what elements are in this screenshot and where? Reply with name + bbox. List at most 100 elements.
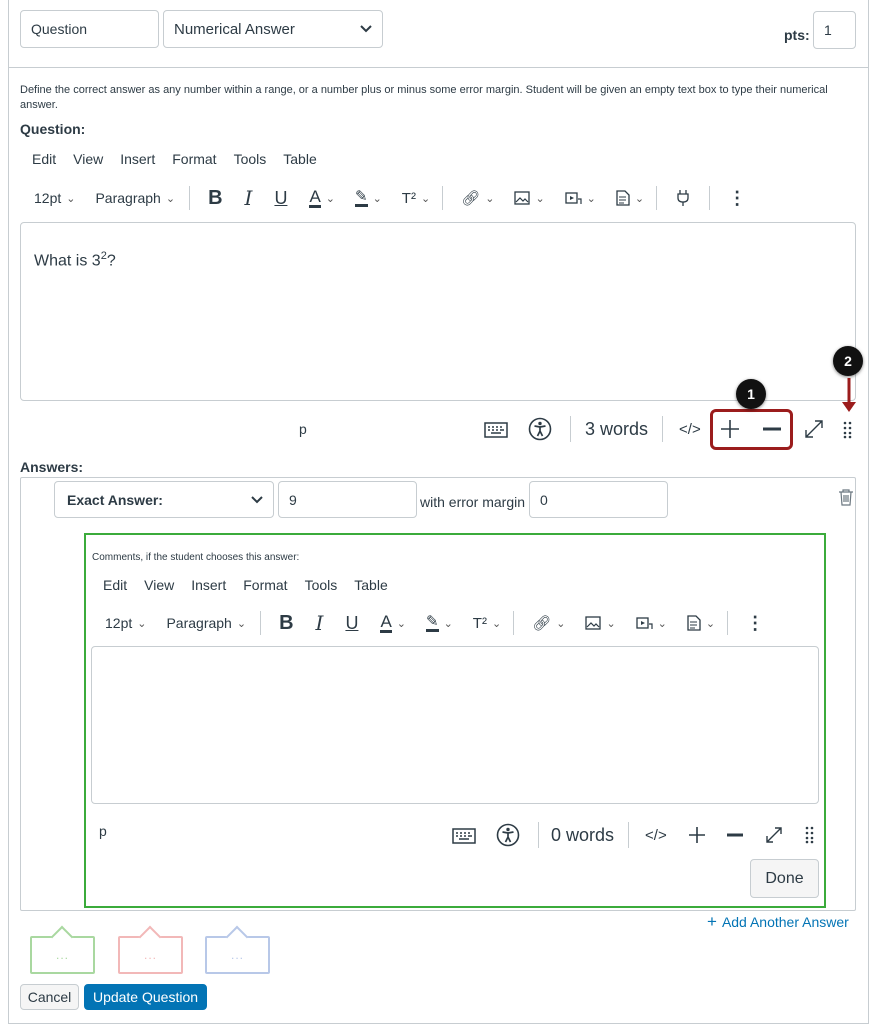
neutral-comment-bubble[interactable]: ... <box>205 936 270 974</box>
incorrect-comment-bubble[interactable]: ... <box>118 936 183 974</box>
accessibility-checker-icon[interactable] <box>528 417 552 441</box>
highlight-color-icon[interactable]: ✎ ⌄ <box>426 614 453 632</box>
answers-label: Answers: <box>20 459 84 475</box>
more-options-icon[interactable]: ⋮ <box>728 188 746 209</box>
resize-handle-icon[interactable] <box>843 421 853 439</box>
superscript-icon[interactable]: T² ⌄ <box>473 615 501 632</box>
image-icon[interactable]: ⌄ <box>585 616 616 630</box>
comment-editor-menubar: Edit View Insert Format Tools Table <box>103 577 405 593</box>
toolbar-separator <box>656 186 658 210</box>
bold-icon[interactable]: B <box>208 187 222 210</box>
keyboard-shortcuts-icon[interactable] <box>484 420 508 438</box>
italic-icon[interactable]: I <box>245 186 253 210</box>
more-options-icon[interactable]: ⋮ <box>746 613 764 634</box>
correct-comment-bubble[interactable]: ... <box>30 936 95 974</box>
statusbar-separator <box>570 416 571 442</box>
cancel-button[interactable]: Cancel <box>20 984 79 1010</box>
word-count[interactable]: 0 words <box>551 825 614 846</box>
link-icon[interactable]: 🔗︎ ⌄ <box>532 614 565 632</box>
link-icon[interactable]: 🔗︎ ⌄ <box>461 189 494 207</box>
block-format-value: Paragraph <box>166 615 232 631</box>
menu-table[interactable]: Table <box>283 151 316 167</box>
question-editor-menubar: Edit View Insert Format Tools Table <box>32 151 334 167</box>
accessibility-checker-icon[interactable] <box>496 823 520 847</box>
menu-edit[interactable]: Edit <box>103 577 127 593</box>
error-margin-input[interactable]: 0 <box>529 481 668 518</box>
question-type-select[interactable]: Numerical Answer <box>163 10 383 48</box>
pts-input[interactable]: 1 <box>813 11 856 49</box>
error-margin-label: with error margin <box>420 494 526 510</box>
media-icon[interactable]: ⌄ <box>636 616 667 630</box>
text-color-icon[interactable]: A ⌄ <box>309 188 335 208</box>
answer-type-description: Define the correct answer as any number … <box>20 84 828 111</box>
callout-badge-2: 2 <box>833 346 863 376</box>
bold-icon[interactable]: B <box>279 612 293 635</box>
menu-insert[interactable]: Insert <box>120 151 155 167</box>
toolbar-separator <box>260 611 262 635</box>
menu-view[interactable]: View <box>73 151 103 167</box>
menu-tools[interactable]: Tools <box>234 151 267 167</box>
word-count[interactable]: 3 words <box>585 419 648 440</box>
font-size-dropdown[interactable]: 12pt ⌄ <box>34 190 75 206</box>
comment-editor-toolbar: 12pt ⌄ Paragraph ⌄ B I U A ⌄ ✎ ⌄ T² ⌄ 🔗︎ ⌄ ⌄ ⌄… <box>105 608 784 638</box>
toolbar-separator <box>189 186 191 210</box>
increase-height-icon[interactable] <box>687 825 707 845</box>
increase-height-icon[interactable] <box>719 418 741 440</box>
html-editor-icon[interactable]: </> <box>645 827 667 844</box>
chevron-down-icon: ⌄ <box>66 192 76 205</box>
font-size-value: 12pt <box>105 615 133 631</box>
question-text-prefix: What is 3 <box>34 252 101 270</box>
decrease-height-icon[interactable] <box>761 418 783 440</box>
italic-icon[interactable]: I <box>316 611 324 635</box>
plus-icon: + <box>707 912 717 931</box>
media-icon[interactable]: ⌄ <box>565 191 596 205</box>
question-label: Question: <box>20 121 86 137</box>
question-name-value: Question <box>31 21 88 37</box>
question-editor-content[interactable]: What is 32? <box>20 222 856 401</box>
bubble-placeholder: ... <box>230 948 244 962</box>
answer-type-select[interactable]: Exact Answer: <box>54 481 274 518</box>
menu-edit[interactable]: Edit <box>32 151 56 167</box>
highlight-color-icon[interactable]: ✎ ⌄ <box>355 189 382 207</box>
font-size-dropdown[interactable]: 12pt ⌄ <box>105 615 146 631</box>
exact-answer-input[interactable]: 9 <box>278 481 417 518</box>
update-question-button[interactable]: Update Question <box>84 984 207 1010</box>
comment-editor-statusbar: 0 words </> <box>452 820 815 850</box>
add-another-answer-label: Add Another Answer <box>721 914 849 930</box>
underline-icon[interactable]: U <box>345 613 358 634</box>
menu-format[interactable]: Format <box>172 151 216 167</box>
underline-icon[interactable]: U <box>274 188 287 209</box>
callout-badge-1: 1 <box>736 379 766 409</box>
menu-insert[interactable]: Insert <box>191 577 226 593</box>
menu-format[interactable]: Format <box>243 577 287 593</box>
toolbar-separator <box>709 186 711 210</box>
text-color-icon[interactable]: A ⌄ <box>380 613 406 633</box>
fullscreen-icon[interactable] <box>765 826 783 844</box>
toolbar-separator <box>727 611 729 635</box>
question-name-input[interactable]: Question <box>20 10 159 48</box>
resize-handle-icon[interactable] <box>805 826 815 844</box>
comment-editor-content[interactable] <box>91 646 819 804</box>
superscript-icon[interactable]: T² ⌄ <box>402 190 430 207</box>
image-icon[interactable]: ⌄ <box>514 191 545 205</box>
keyboard-shortcuts-icon[interactable] <box>452 826 476 844</box>
done-button[interactable]: Done <box>750 859 819 898</box>
document-icon[interactable]: ⌄ <box>616 190 644 206</box>
status-path: p <box>299 421 307 437</box>
document-icon[interactable]: ⌄ <box>687 615 715 631</box>
block-format-dropdown[interactable]: Paragraph ⌄ <box>95 190 175 206</box>
decrease-height-icon[interactable] <box>725 825 745 845</box>
html-editor-icon[interactable]: </> <box>679 421 701 438</box>
menu-tools[interactable]: Tools <box>305 577 338 593</box>
fullscreen-icon[interactable] <box>804 419 824 439</box>
menu-table[interactable]: Table <box>354 577 387 593</box>
block-format-dropdown[interactable]: Paragraph ⌄ <box>166 615 246 631</box>
bubble-placeholder: ... <box>55 948 69 962</box>
plugin-icon[interactable] <box>675 189 691 207</box>
chevron-down-icon: ⌄ <box>137 617 147 630</box>
menu-view[interactable]: View <box>144 577 174 593</box>
chevron-down-icon <box>251 495 263 504</box>
header-divider <box>8 67 869 68</box>
trash-icon[interactable] <box>838 488 854 506</box>
add-another-answer-link[interactable]: + Add Another Answer <box>707 912 849 931</box>
